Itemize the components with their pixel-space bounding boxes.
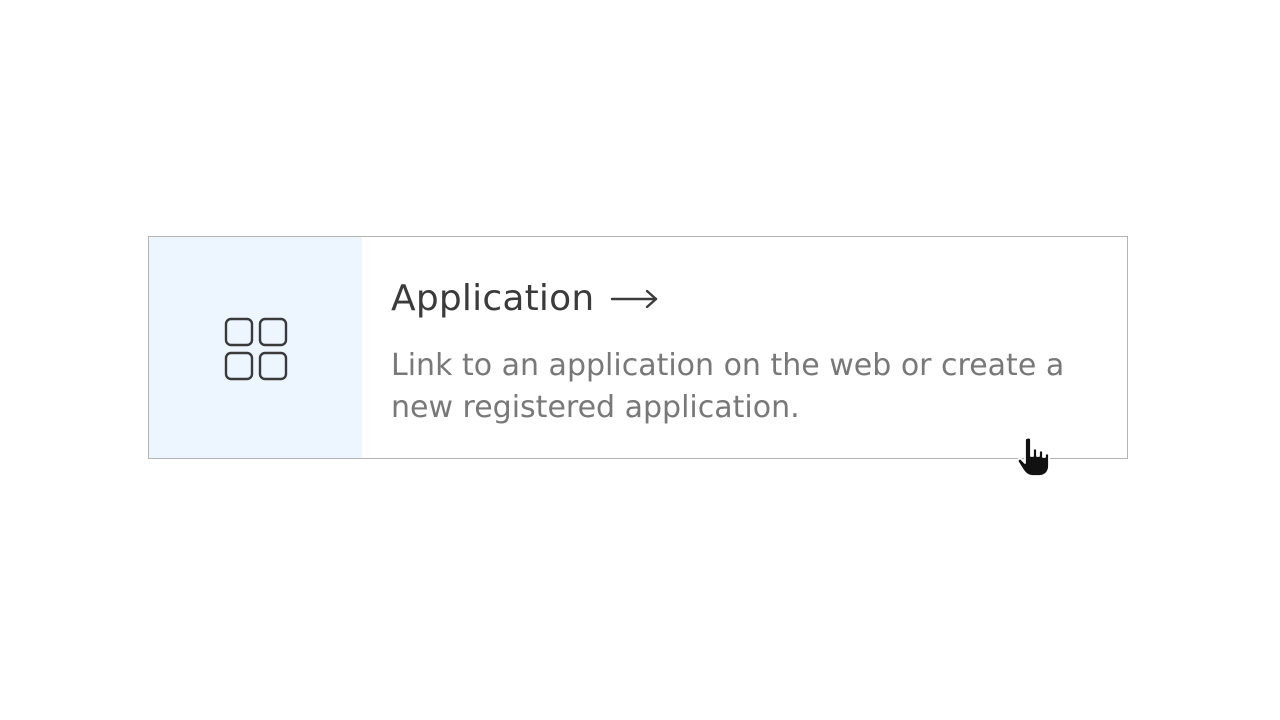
apps-grid-icon xyxy=(224,317,287,380)
card-body: Application Link to an application on th… xyxy=(362,237,1127,458)
application-card[interactable]: Application Link to an application on th… xyxy=(148,236,1128,459)
card-media-panel xyxy=(149,237,362,458)
card-title-text[interactable]: Application xyxy=(391,277,594,321)
arrow-right-icon xyxy=(610,289,660,309)
card-title[interactable]: Application xyxy=(391,277,1097,321)
card-description: Link to an application on the web or cre… xyxy=(391,348,1065,425)
